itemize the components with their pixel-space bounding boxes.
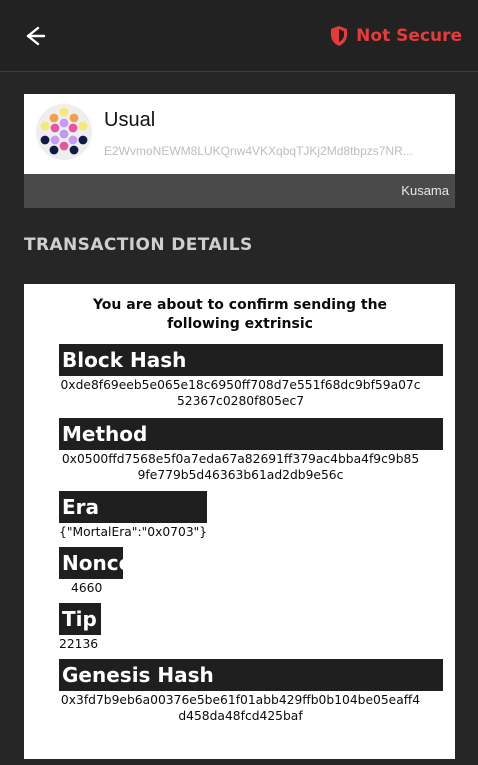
account-address: E2WvmoNEWM8LUKQnw4VKXqbqTJKj2Md8tbpzs7NR… <box>104 144 413 158</box>
account-card[interactable]: Usual E2WvmoNEWM8LUKQnw4VKXqbqTJKj2Md8tb… <box>24 94 455 208</box>
transaction-details-card: You are about to confirm sending the fol… <box>24 284 455 759</box>
nonce-label: Nonce <box>59 547 132 579</box>
genesis-hash-value: 0x3fd7b9eb6a00376e5be61f01abb429ffb0b104… <box>60 693 421 723</box>
tip-label: Tip <box>59 603 101 635</box>
left-arrow-icon[interactable] <box>20 22 48 50</box>
era-value: {"MortalEra":"0x0703"} <box>59 525 208 539</box>
transaction-details-heading: TRANSACTION DETAILS <box>24 235 253 255</box>
network-name: Kusama <box>401 183 449 198</box>
tip-value: 22136 <box>59 637 99 651</box>
security-status-label: Not Secure <box>356 26 462 46</box>
block-hash-value: 0xde8f69eeb5e065e18c6950ff708d7e551f68dc… <box>60 378 421 408</box>
era-label: Era <box>59 491 207 523</box>
account-summary: Usual E2WvmoNEWM8LUKQnw4VKXqbqTJKj2Md8tb… <box>24 94 455 174</box>
genesis-hash-label: Genesis Hash <box>59 659 443 691</box>
account-identicon <box>36 104 92 160</box>
account-name: Usual <box>104 109 156 131</box>
shield-icon <box>331 26 348 46</box>
nonce-value: 4660 <box>71 581 103 595</box>
network-bar: Kusama <box>24 174 455 208</box>
method-value: 0x0500ffd7568e5f0a7eda67a82691ff379ac4bb… <box>61 452 420 482</box>
block-hash-label: Block Hash <box>59 344 443 376</box>
security-status[interactable]: Not Secure <box>329 24 462 48</box>
method-label: Method <box>59 418 443 450</box>
transaction-intro: You are about to confirm sending the fol… <box>92 297 388 332</box>
app-header: Not Secure <box>0 0 478 72</box>
